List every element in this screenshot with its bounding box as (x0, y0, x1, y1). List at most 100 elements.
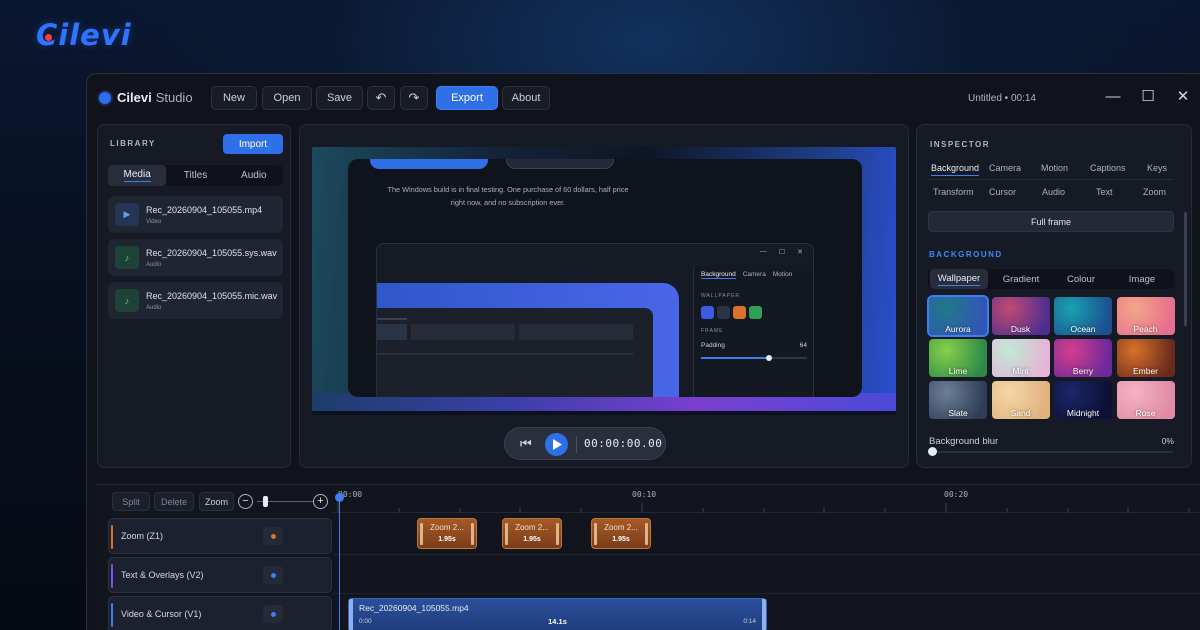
track-name: Video & Cursor (V1) (121, 609, 202, 619)
playhead-line[interactable] (339, 499, 340, 630)
inner-frame-label: FRAME (701, 328, 724, 334)
inner-padding-slider (701, 355, 807, 361)
inner-tab: Motion (772, 271, 793, 278)
wallpaper-tile-label: Midnight (1066, 408, 1100, 418)
wallpaper-tile-label: Lime (948, 366, 968, 376)
wallpaper-tile-label: Slate (948, 408, 968, 418)
wallpaper-tile-aurora[interactable]: Aurora (927, 295, 989, 337)
background-blur-slider[interactable] (928, 447, 1173, 456)
wallpaper-tile-dusk[interactable]: Dusk (991, 297, 1050, 335)
clip-label: Zoom 2... (515, 523, 549, 532)
undo-button[interactable]: ↶ (367, 86, 395, 110)
zoom-button[interactable]: Zoom (199, 492, 234, 511)
close-button[interactable]: ✕ (1175, 88, 1191, 106)
redo-button[interactable]: ↷ (400, 86, 428, 110)
tab-text[interactable]: Text (1096, 187, 1113, 197)
video-clip-end: 0:14 (743, 618, 756, 625)
redo-icon: ↷ (408, 90, 420, 105)
skip-back-button[interactable]: ⏮ (520, 436, 532, 452)
play-button[interactable] (545, 433, 568, 456)
wallpaper-tile-mint[interactable]: Mint (991, 339, 1050, 377)
new-button[interactable]: New (211, 86, 257, 110)
wallpaper-tile-lime[interactable]: Lime (929, 339, 987, 377)
wallpaper-tile-label: Peach (1133, 324, 1158, 334)
wallpaper-tile-ember[interactable]: Ember (1116, 339, 1175, 377)
tab-camera[interactable]: Camera (989, 163, 1021, 173)
tab-titles[interactable]: Titles (166, 165, 224, 186)
tab-cursor[interactable]: Cursor (989, 187, 1016, 197)
wallpaper-tile-midnight[interactable]: Midnight (1054, 381, 1112, 419)
wallpaper-tile-sand[interactable]: Sand (991, 381, 1050, 419)
track-zoom[interactable]: Zoom (Z1) (108, 518, 332, 554)
zoom-clip[interactable]: Zoom 2... 1.95s (502, 518, 562, 549)
minimize-button[interactable]: — (1105, 88, 1121, 106)
zoom-clip[interactable]: Zoom 2... 1.95s (417, 518, 477, 549)
tab-captions[interactable]: Captions (1090, 163, 1126, 173)
app-window: Cilevi Studio New Open Save ↶ ↷ Export Ab… (86, 73, 1200, 630)
inner-tab: Camera (742, 271, 766, 278)
tab-transform[interactable]: Transform (933, 187, 974, 197)
zoom-slider-knob[interactable] (263, 496, 269, 507)
wallpaper-tile-slate[interactable]: Slate (929, 381, 987, 419)
open-button[interactable]: Open (262, 86, 312, 110)
media-item[interactable]: ▶ Rec_20260904_105055.mp4 Video (108, 196, 283, 233)
save-button[interactable]: Save (316, 86, 363, 110)
inspector-scrollbar[interactable] (1184, 212, 1187, 326)
tab-colour[interactable]: Colour (1052, 269, 1110, 289)
zoom-clip[interactable]: Zoom 2... 1.95s (591, 518, 651, 549)
lane-divider (332, 554, 1200, 555)
transport-divider (576, 436, 577, 453)
media-item[interactable]: ♪ Rec_20260904_105055.mic.wav Audio (108, 282, 283, 319)
wallpaper-tile-rose[interactable]: Rose (1116, 381, 1175, 419)
preview-pill-secondary (506, 159, 614, 169)
track-video-cursor[interactable]: Video & Cursor (V1) (108, 596, 332, 630)
zoom-in-button[interactable]: + (313, 494, 328, 509)
tab-zoom[interactable]: Zoom (1143, 187, 1166, 197)
delete-button[interactable]: Delete (154, 492, 194, 511)
wallpaper-tile-peach[interactable]: Peach (1116, 297, 1175, 335)
blur-slider-knob[interactable] (928, 447, 937, 456)
about-button[interactable]: About (502, 86, 550, 110)
maximize-icon: ☐ (1141, 88, 1155, 105)
media-item-type: Video (146, 219, 162, 225)
inner-padding-value: 64 (799, 342, 807, 349)
media-item-name: Rec_20260904_105055.sys.wav (146, 248, 277, 258)
track-record-button[interactable] (263, 566, 283, 584)
inner-maximize-icon: ☐ (778, 249, 786, 256)
timecode: 00:00:00.00 (584, 437, 663, 450)
track-text-overlays[interactable]: Text & Overlays (V2) (108, 557, 332, 593)
library-title: LIBRARY (110, 139, 156, 148)
tab-wallpaper[interactable]: Wallpaper (930, 269, 988, 289)
app-logo-icon (99, 92, 111, 104)
wallpaper-tile-label: Dusk (1010, 324, 1031, 334)
track-record-button[interactable] (263, 527, 283, 545)
maximize-button[interactable]: ☐ (1140, 88, 1156, 106)
zoom-out-button[interactable]: − (238, 494, 253, 509)
tab-motion[interactable]: Motion (1041, 163, 1068, 173)
inspector-panel: INSPECTOR Background Camera Motion Capti… (916, 124, 1192, 468)
media-item[interactable]: ♪ Rec_20260904_105055.sys.wav Audio (108, 239, 283, 276)
tab-audio[interactable]: Audio (225, 165, 283, 186)
audio-icon: ♪ (115, 289, 139, 312)
export-button[interactable]: Export (436, 86, 498, 110)
tab-image[interactable]: Image (1112, 269, 1172, 289)
video-clip[interactable]: Rec_20260904_105055.mp4 0:00 14.1s 0:14 (348, 598, 767, 630)
import-button[interactable]: Import (223, 134, 283, 154)
timeline-zoom-slider[interactable] (257, 496, 313, 507)
tab-gradient[interactable]: Gradient (992, 269, 1050, 289)
inner-tab: Background (701, 271, 736, 279)
inner-swatch (733, 306, 746, 319)
tab-audio[interactable]: Audio (1042, 187, 1065, 197)
track-record-button[interactable] (263, 605, 283, 623)
tab-media[interactable]: Media (108, 165, 167, 186)
tab-background[interactable]: Background (931, 163, 980, 176)
timeline-ruler[interactable]: 00:00 00:10 00:20 (332, 485, 1200, 513)
wallpaper-tile-label: Ocean (1070, 324, 1096, 334)
full-frame-button[interactable]: Full frame (928, 211, 1174, 232)
split-button[interactable]: Split (112, 492, 150, 511)
preview-canvas[interactable]: The Windows build is in final testing. O… (312, 147, 896, 415)
wallpaper-tile-berry[interactable]: Berry (1054, 339, 1112, 377)
tab-keys[interactable]: Keys (1147, 163, 1167, 173)
wallpaper-tile-ocean[interactable]: Ocean (1054, 297, 1112, 335)
wallpaper-tile-label: Aurora (945, 324, 971, 334)
